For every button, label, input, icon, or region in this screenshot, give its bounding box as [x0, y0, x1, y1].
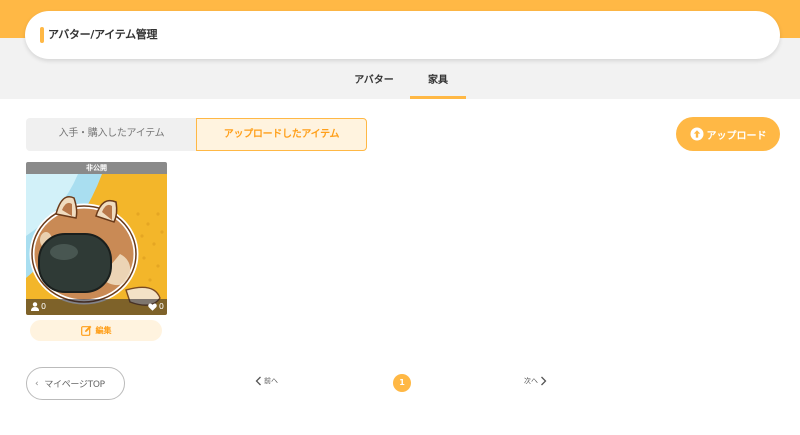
user-icon — [31, 302, 39, 311]
segment-purchased-items[interactable]: 入手・購入したアイテム — [26, 118, 197, 151]
item-stats-bar: 0 0 — [26, 299, 167, 315]
mypage-top-label: マイページTOP — [44, 380, 105, 390]
chevron-left-icon: ‹ — [35, 378, 39, 389]
pager-next-label: 次へ — [524, 377, 538, 385]
item-thumbnail — [26, 174, 167, 315]
likes-stat: 0 — [148, 302, 164, 311]
tab-avatar[interactable]: アバター — [340, 69, 408, 99]
edit-icon — [80, 325, 91, 336]
page-title: アバター/アイテム管理 — [48, 28, 158, 41]
pager-next[interactable]: 次へ — [524, 376, 547, 386]
upload-button[interactable]: アップロード — [676, 117, 780, 151]
users-count: 0 — [41, 302, 47, 311]
heart-icon — [148, 302, 157, 311]
item-card[interactable]: 非公開 0 0 — [26, 162, 167, 315]
visibility-badge: 非公開 — [26, 162, 167, 174]
tab-furniture[interactable]: 家具 — [410, 69, 466, 99]
likes-count: 0 — [158, 302, 164, 311]
upload-arrow-icon — [690, 127, 703, 141]
users-stat: 0 — [31, 302, 46, 311]
chevron-left-icon — [255, 376, 261, 386]
segment-uploaded-items[interactable]: アップロードしたアイテム — [196, 118, 367, 151]
edit-button-label: 編集 — [95, 326, 112, 335]
upload-button-label: アップロード — [706, 130, 767, 142]
edit-button[interactable]: 編集 — [30, 320, 162, 341]
pager-prev[interactable]: 前へ — [255, 376, 278, 386]
mypage-top-button[interactable]: ‹ マイページTOP — [26, 367, 125, 400]
pager-prev-label: 前へ — [264, 377, 278, 385]
chevron-right-icon — [541, 376, 547, 386]
page-header: アバター/アイテム管理 — [25, 11, 780, 59]
category-tabs: アバター 家具 — [0, 69, 800, 99]
page-number-current[interactable]: 1 — [393, 374, 411, 392]
title-accent-bar — [40, 27, 44, 43]
